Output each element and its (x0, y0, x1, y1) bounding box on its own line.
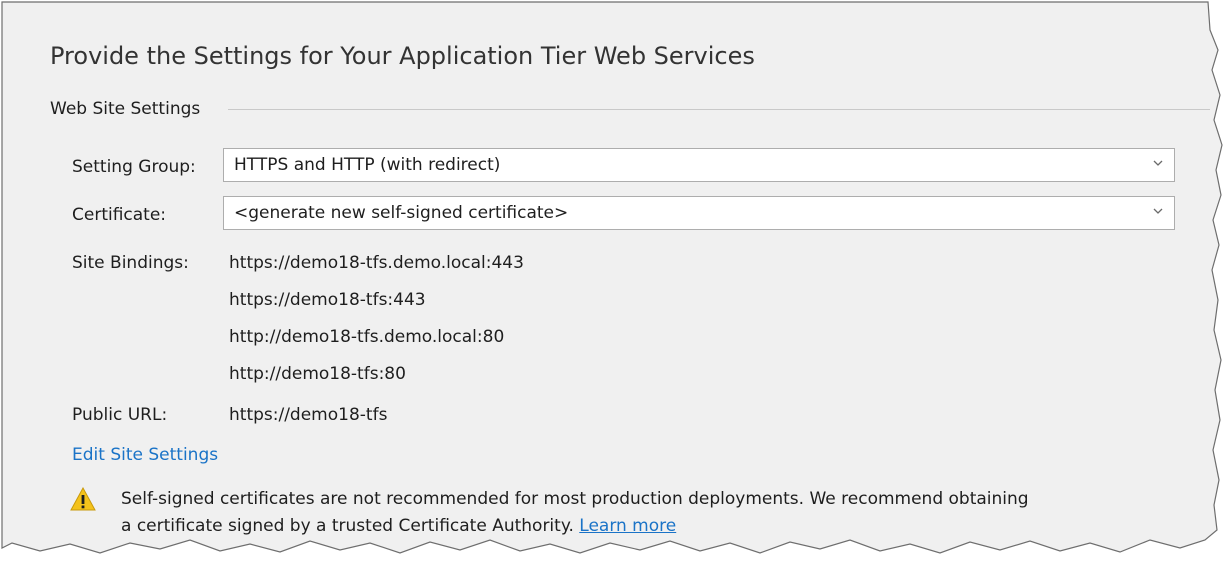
warning-line-2: a certificate signed by a trusted Certif… (121, 513, 1029, 540)
certificate-dropdown[interactable]: <generate new self-signed certificate> (223, 196, 1175, 230)
warning-icon (70, 487, 96, 511)
warning-line-1: Self-signed certificates are not recomme… (121, 489, 1029, 509)
chevron-down-icon (1153, 160, 1163, 166)
certificate-label: Certificate: (72, 205, 167, 225)
setting-group-label: Setting Group: (72, 157, 196, 177)
site-binding-item: https://demo18-tfs:443 (229, 290, 426, 310)
site-binding-item: http://demo18-tfs.demo.local:80 (229, 327, 505, 347)
chevron-down-icon (1153, 208, 1163, 214)
certificate-value: <generate new self-signed certificate> (234, 203, 569, 223)
page-title: Provide the Settings for Your Applicatio… (50, 42, 755, 70)
group-label-web-site-settings: Web Site Settings (50, 99, 201, 119)
setting-group-dropdown[interactable]: HTTPS and HTTP (with redirect) (223, 148, 1175, 182)
site-binding-item: https://demo18-tfs.demo.local:443 (229, 253, 524, 273)
torn-paper-background (1, 1, 1223, 554)
public-url-value: https://demo18-tfs (229, 405, 388, 425)
warning-message: Self-signed certificates are not recomme… (121, 486, 1029, 540)
warning-line-2-text: a certificate signed by a trusted Certif… (121, 516, 574, 536)
setting-group-value: HTTPS and HTTP (with redirect) (234, 155, 501, 175)
site-binding-item: http://demo18-tfs:80 (229, 364, 406, 384)
public-url-label: Public URL: (72, 405, 168, 425)
learn-more-link[interactable]: Learn more (579, 516, 676, 536)
site-bindings-label: Site Bindings: (72, 253, 189, 273)
group-divider (228, 109, 1210, 110)
edit-site-settings-link[interactable]: Edit Site Settings (72, 445, 218, 465)
